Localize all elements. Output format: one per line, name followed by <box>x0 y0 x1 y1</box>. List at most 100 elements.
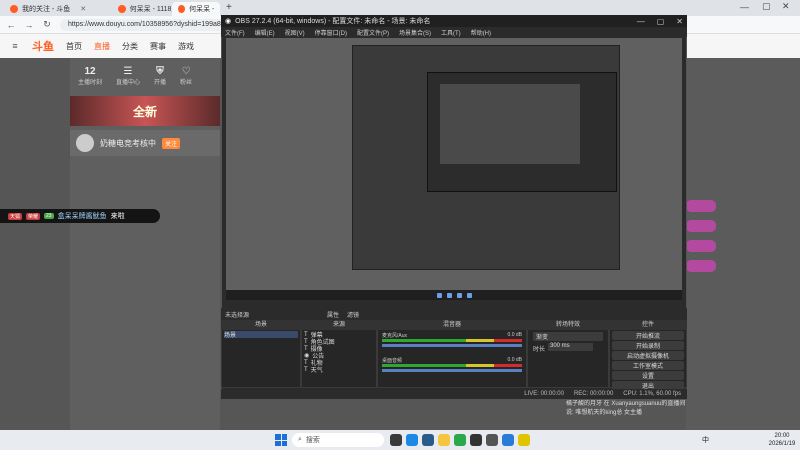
taskbar-search[interactable]: ⌕ 搜索 <box>292 433 384 447</box>
browser-tab-3[interactable]: 何呆呆 - 1118直播_何呆呆 · 1118 <box>172 2 220 16</box>
mixer-channel-db: 0.0 dB <box>507 332 522 338</box>
clock-time: 20:00 <box>774 433 790 439</box>
streamer-avatar[interactable] <box>76 134 94 152</box>
minimize-icon[interactable]: — <box>740 2 749 12</box>
wechat-icon[interactable] <box>454 434 466 446</box>
news-text: 橘子酸的月牙 在 Xuanyaungsuanuu的直播间说: 唯想航天的king… <box>566 401 686 416</box>
danmu-message: 天狐 荣耀 23 盒呆呆牌酱鱿鱼 来啦 <box>0 209 160 223</box>
obs-taskbar-icon[interactable] <box>486 434 498 446</box>
promo-banner[interactable]: 全新 <box>70 96 220 126</box>
transitions-header: 转场特效 <box>527 320 609 330</box>
recursive-preview-3 <box>440 84 580 164</box>
taskbar-clock[interactable]: 20:00 2026/1/19 <box>764 432 800 450</box>
fans[interactable]: ♡ 粉丝 <box>180 66 192 86</box>
transition-select[interactable]: 渐变 <box>533 332 603 341</box>
anchor-time[interactable]: 12 主播时刻 <box>78 66 102 86</box>
tab-label: 我的关注 - 斗鱼 <box>22 6 71 13</box>
control-buttons: 开始推流 开始录制 启动虚拟摄像机 工作室模式 设置 退出 <box>609 330 687 391</box>
windows-start-icon[interactable] <box>275 434 287 446</box>
duration-label: 时长 <box>533 347 546 353</box>
filters-button[interactable]: 滤镜 <box>347 310 359 319</box>
text-source-icon: T <box>304 331 308 338</box>
live-status: LIVE: 00:00:00 <box>524 391 564 397</box>
nav-events[interactable]: 赛事 <box>150 41 166 52</box>
app-icon[interactable] <box>470 434 482 446</box>
mixer-dock <box>377 320 527 388</box>
obs-close-icon[interactable]: ✕ <box>676 17 683 26</box>
input-lang[interactable]: 中 <box>702 435 709 445</box>
gift-tag <box>686 200 716 212</box>
file-explorer-icon[interactable] <box>438 434 450 446</box>
scenes-header: 场景 <box>221 320 301 330</box>
browser-tab-1[interactable]: 我的关注 - 斗鱼 ✕ <box>4 2 104 16</box>
forward-icon[interactable]: → <box>24 20 34 30</box>
menu-scene-collection[interactable]: 场景集合(S) <box>399 28 431 37</box>
menu-docks[interactable]: 停靠窗口(D) <box>315 28 347 37</box>
studio-mode-button[interactable]: 工作室模式 <box>612 361 684 370</box>
back-icon[interactable]: ← <box>6 20 16 30</box>
edge-icon[interactable] <box>406 434 418 446</box>
menu-profile[interactable]: 配置文件(P) <box>357 28 389 37</box>
selected-source-label: 未选择源 <box>225 312 250 319</box>
close-tab-icon[interactable]: ✕ <box>80 5 86 13</box>
transitions-dock <box>527 320 609 388</box>
steam-icon[interactable] <box>422 434 434 446</box>
settings-button[interactable]: 设置 <box>612 371 684 380</box>
nav-live[interactable]: 直播 <box>94 41 110 52</box>
menu-file[interactable]: 文件(F) <box>225 28 245 37</box>
mixer-header: 混音器 <box>377 320 527 330</box>
refresh-icon[interactable]: ↻ <box>42 19 52 30</box>
taskbar-icon <box>466 292 472 298</box>
cpu-status: CPU: 1.1%, 60.00 fps <box>623 391 681 397</box>
site-logo[interactable]: 斗鱼 <box>32 38 54 54</box>
clock-date: 2026/1/19 <box>768 441 796 447</box>
menu-icon[interactable]: ≡ <box>10 41 20 51</box>
nav-home[interactable]: 首页 <box>66 41 82 52</box>
search-icon: ⌕ <box>298 436 302 443</box>
properties-button[interactable]: 属性 <box>327 310 339 319</box>
follow-button[interactable]: 关注 <box>162 137 181 149</box>
menu-edit[interactable]: 编辑(E) <box>255 28 275 37</box>
new-tab-icon[interactable]: + <box>226 2 232 13</box>
douyu-favicon-icon <box>10 5 18 13</box>
audio-meter <box>382 339 522 342</box>
scene-item[interactable]: 场景 <box>224 331 298 339</box>
streamer-card: 奶糖电竞考核中 关注 <box>70 130 220 156</box>
virtual-camera-button[interactable]: 启动虚拟摄像机 <box>612 351 684 360</box>
obs-maximize-icon[interactable]: ▢ <box>657 17 665 26</box>
danmu-text: 来啦 <box>110 213 125 220</box>
task-view-icon[interactable] <box>390 434 402 446</box>
obs-minimize-icon[interactable]: — <box>637 17 645 26</box>
taskbar-icon <box>446 292 452 298</box>
start-live[interactable]: ⛨ 开播 <box>154 66 166 86</box>
obs-status-bar: LIVE: 00:00:00 REC: 00:00:00 CPU: 1.1%, … <box>221 389 687 399</box>
source-list: T 弹幕 T 角色试图 T 摄像 ◉ 公告 T 礼物 T 天气 <box>304 331 374 375</box>
obs-menu-bar: 文件(F) 编辑(E) 视图(V) 停靠窗口(D) 配置文件(P) 场景集合(S… <box>221 27 687 37</box>
source-item[interactable]: T 天气 <box>304 366 374 375</box>
obs-title: OBS 27.2.4 (64-bit, windows) - 配置文件: 未命名… <box>235 18 431 25</box>
obs-logo-icon: ◉ <box>225 18 232 25</box>
taskbar-search-label: 搜索 <box>305 437 320 444</box>
menu-tools[interactable]: 工具(T) <box>441 28 461 37</box>
volume-slider[interactable] <box>382 369 522 372</box>
nav-category[interactable]: 分类 <box>122 41 138 52</box>
start-streaming-button[interactable]: 开始推流 <box>612 331 684 340</box>
app-icon[interactable] <box>502 434 514 446</box>
start-recording-button[interactable]: 开始录制 <box>612 341 684 350</box>
menu-help[interactable]: 帮助(H) <box>471 28 491 37</box>
live-center[interactable]: ☰ 直播中心 <box>116 66 140 86</box>
volume-slider[interactable] <box>382 344 522 347</box>
streamer-name: 奶糖电竞考核中 <box>100 138 156 148</box>
rec-status: REC: 00:00:00 <box>573 391 614 397</box>
browser-source-icon: ◉ <box>304 353 310 359</box>
badge-2: 荣耀 <box>26 212 41 220</box>
menu-view[interactable]: 视图(V) <box>285 28 305 37</box>
douyu-favicon-icon <box>178 5 186 13</box>
scene-list: 场景 <box>224 331 298 339</box>
nav-games[interactable]: 游戏 <box>178 41 194 52</box>
duration-input[interactable]: 300 ms <box>548 343 593 351</box>
close-window-icon[interactable]: ✕ <box>782 1 790 12</box>
app-icon[interactable] <box>518 434 530 446</box>
maximize-icon[interactable]: ▢ <box>762 1 771 12</box>
left-icon-row: 12 主播时刻 ☰ 直播中心 ⛨ 开播 ♡ 粉丝 <box>70 60 220 92</box>
